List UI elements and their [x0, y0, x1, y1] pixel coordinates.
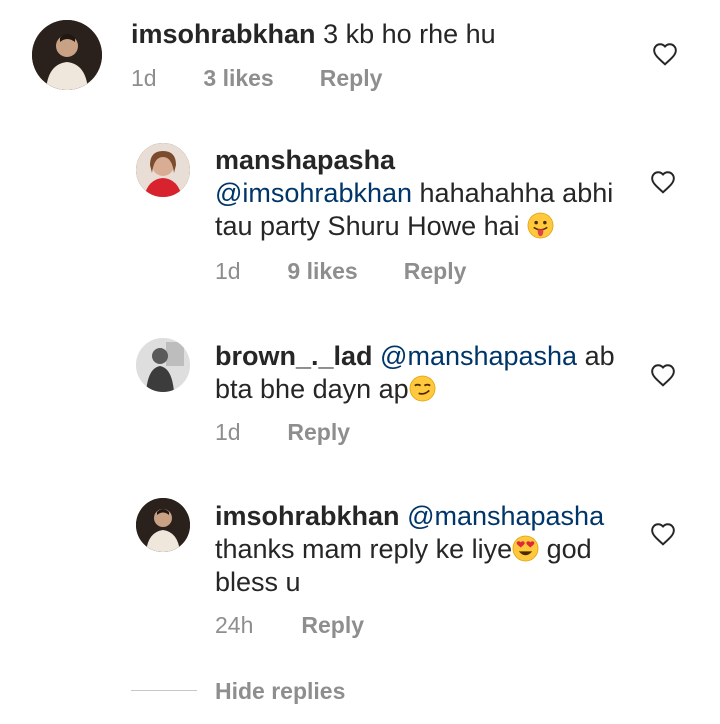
- reply-button[interactable]: Reply: [320, 65, 383, 92]
- face-with-tongue-icon: [527, 212, 554, 239]
- avatar-photo-icon: [32, 20, 102, 90]
- avatar[interactable]: [32, 20, 102, 90]
- avatar-photo-icon: [136, 338, 190, 392]
- comment-text-line: ab: [584, 341, 615, 371]
- reply-button[interactable]: Reply: [404, 258, 467, 285]
- comment-text-line: bless u: [215, 567, 301, 597]
- comment-meta: 1d 9 likes Reply: [215, 258, 466, 285]
- comment-mention[interactable]: @manshapasha: [380, 341, 577, 371]
- comment-mention[interactable]: @manshapasha: [407, 501, 604, 531]
- comment-username[interactable]: manshapasha: [215, 145, 395, 175]
- comment-time: 1d: [215, 258, 241, 284]
- comment-text: 3 kb ho rhe hu: [323, 19, 496, 49]
- comment-username[interactable]: imsohrabkhan: [131, 19, 316, 49]
- avatar[interactable]: [136, 143, 190, 197]
- comment-text-line: hahahahha abhi: [419, 178, 614, 208]
- comment-text-line: tau party Shuru Howe hai: [215, 211, 520, 241]
- avatar[interactable]: [136, 498, 190, 552]
- comment-body: brown_._lad @manshapasha ab bta bhe dayn…: [215, 340, 635, 406]
- comment-text-line: bta bhe dayn ap: [215, 374, 409, 404]
- reply-button[interactable]: Reply: [287, 419, 350, 446]
- avatar-photo-icon: [136, 143, 190, 197]
- comment-username[interactable]: imsohrabkhan: [215, 501, 400, 531]
- comment-body: imsohrabkhan 3 kb ho rhe hu: [131, 18, 496, 51]
- hide-replies-button[interactable]: Hide replies: [215, 678, 345, 705]
- comment-time: 1d: [131, 65, 157, 91]
- hide-replies-divider: [131, 690, 197, 691]
- reply-button[interactable]: Reply: [301, 612, 364, 639]
- comment-text-line: god: [546, 534, 592, 564]
- smirking-face-icon: [409, 375, 436, 402]
- comment-body: manshapasha @imsohrabkhan hahahahha abhi…: [215, 144, 635, 243]
- avatar[interactable]: [136, 338, 190, 392]
- heart-eyes-face-icon: [512, 535, 539, 562]
- heart-outline-icon[interactable]: [650, 170, 676, 194]
- avatar-photo-icon: [136, 498, 190, 552]
- heart-outline-icon[interactable]: [650, 363, 676, 387]
- comment-text-line: thanks mam reply ke liye: [215, 534, 513, 564]
- comment-meta: 24h Reply: [215, 612, 364, 639]
- comment-username[interactable]: brown_._lad: [215, 341, 373, 371]
- comment-likes[interactable]: 9 likes: [287, 258, 397, 285]
- comment-mention[interactable]: @imsohrabkhan: [215, 178, 412, 208]
- heart-outline-icon[interactable]: [652, 42, 678, 66]
- comment-body: imsohrabkhan @manshapasha thanks mam rep…: [215, 500, 635, 599]
- comment-meta: 1d 3 likes Reply: [131, 65, 382, 92]
- comment-meta: 1d Reply: [215, 419, 350, 446]
- comment-likes[interactable]: 3 likes: [203, 65, 313, 92]
- heart-outline-icon[interactable]: [650, 522, 676, 546]
- comment-time: 24h: [215, 612, 254, 638]
- comment-time: 1d: [215, 419, 241, 445]
